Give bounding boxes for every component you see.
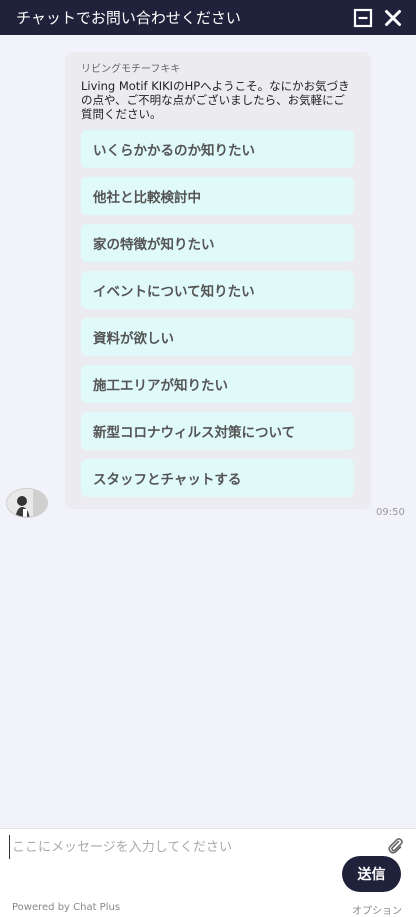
- chat-title: チャットでお問い合わせください: [16, 9, 241, 27]
- choice-button-compare[interactable]: 他社と比較検討中: [81, 177, 354, 215]
- chat-header: チャットでお問い合わせください: [0, 0, 416, 35]
- chat-messages[interactable]: リビングモチーフキキ Living Motif KIKIのHPへようこそ。なにか…: [0, 35, 416, 828]
- choice-button-events[interactable]: イベントについて知りたい: [81, 271, 354, 309]
- bot-message-bubble: リビングモチーフキキ Living Motif KIKIのHPへようこそ。なにか…: [65, 52, 371, 509]
- minimize-icon: [353, 8, 373, 27]
- message-input[interactable]: [9, 835, 379, 859]
- choice-button-cost[interactable]: いくらかかるのか知りたい: [81, 130, 354, 168]
- sender-name: リビングモチーフキキ: [81, 64, 181, 75]
- greeting-text: Living Motif KIKIのHPへようこそ。なにかお気づきの点や、ご不明…: [81, 79, 350, 121]
- choice-button-brochure[interactable]: 資料が欲しい: [81, 318, 354, 356]
- avatar: [6, 488, 48, 518]
- powered-by-text: Powered by Chat Plus: [12, 902, 121, 913]
- choice-button-covid[interactable]: 新型コロナウィルス対策について: [81, 412, 354, 450]
- close-button[interactable]: [382, 7, 404, 29]
- staff-photo-icon: [7, 489, 47, 517]
- choice-button-features[interactable]: 家の特徴が知りたい: [81, 224, 354, 262]
- close-icon: [385, 9, 401, 26]
- choice-button-staff-chat[interactable]: スタッフとチャットする: [81, 459, 354, 497]
- attach-button[interactable]: [386, 836, 404, 854]
- message-timestamp: 09:50: [376, 507, 405, 518]
- choice-button-area[interactable]: 施工エリアが知りたい: [81, 365, 354, 403]
- minimize-button[interactable]: [352, 7, 374, 29]
- paperclip-icon: [388, 838, 403, 854]
- options-link[interactable]: オプション: [352, 902, 402, 917]
- composer: 送信 Powered by Chat Plus オプション: [0, 828, 416, 917]
- choice-list: いくらかかるのか知りたい 他社と比較検討中 家の特徴が知りたい イベントについて…: [81, 130, 355, 497]
- send-button[interactable]: 送信: [342, 856, 401, 892]
